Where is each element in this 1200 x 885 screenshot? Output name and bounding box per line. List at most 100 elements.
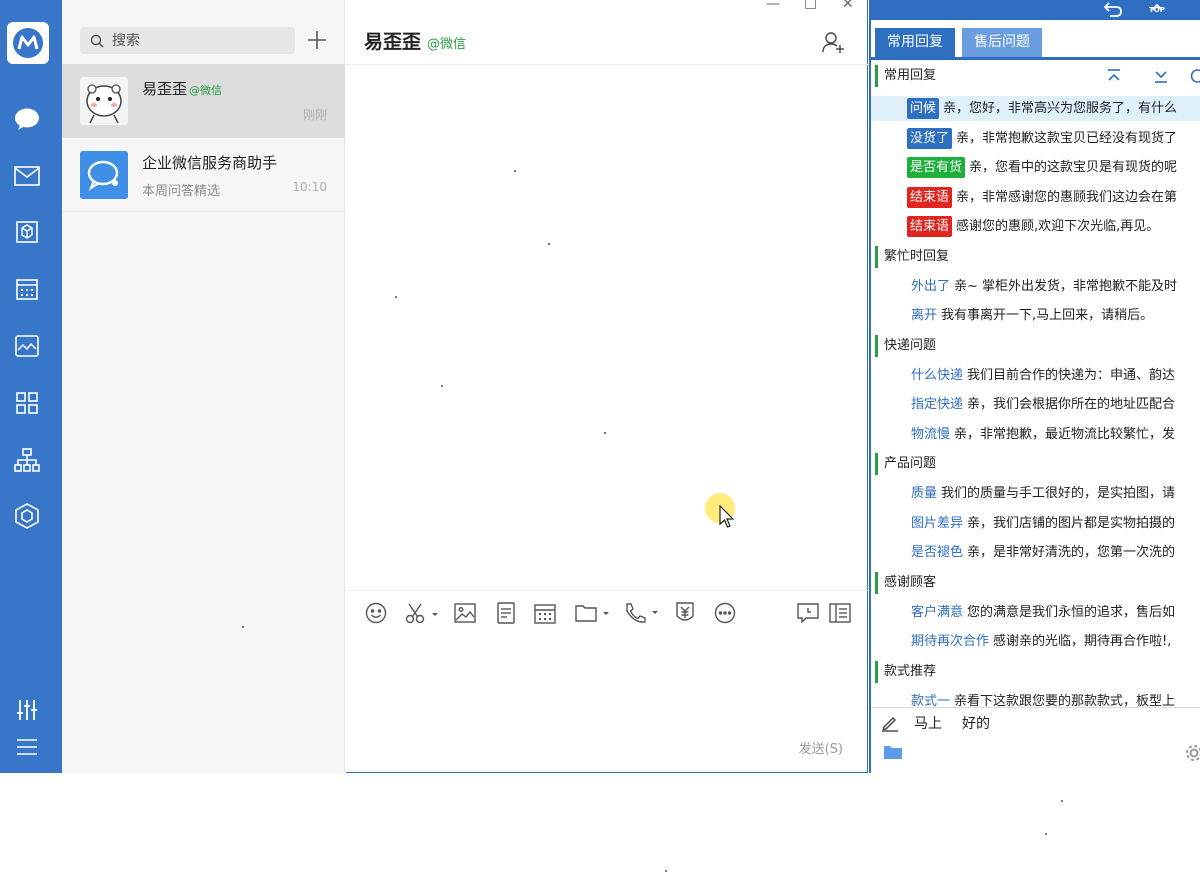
reply-item[interactable]: 是否褪色 亲，是非常好清洗的，您第一次洗的 (871, 540, 1200, 565)
undo-icon[interactable] (1103, 1, 1122, 20)
collapse-all-icon[interactable] (1106, 68, 1122, 88)
divider (346, 64, 868, 65)
reply-item[interactable]: 结束语 亲，非常感谢您的惠顾我们这边会在第 (871, 185, 1200, 210)
chat-record-icon[interactable] (796, 601, 820, 625)
maximize-icon[interactable]: □ (804, 0, 817, 11)
reply-text: 亲，是非常好清洗的，您第一次洗的 (967, 545, 1176, 560)
source-label: @微信 (427, 37, 467, 52)
conversation-name: 易歪歪 @微信 (142, 80, 223, 98)
conversation-item[interactable]: 易歪歪 @微信 刚刚 (62, 64, 345, 138)
reply-text: 我们目前合作的快递为：申通、韵达 (967, 367, 1176, 383)
image-icon[interactable] (453, 601, 477, 625)
folder-icon[interactable] (883, 744, 903, 764)
top-label: TOP (1149, 6, 1165, 14)
refresh-icon[interactable] (1190, 68, 1200, 88)
edit-icon[interactable] (881, 714, 899, 736)
reply-group-title[interactable]: 快递问题 (875, 334, 936, 357)
tab-common-replies[interactable]: 常用回复 (875, 28, 955, 57)
reply-text: 您的满意是我们永恒的追求，售后如 (967, 604, 1176, 620)
sliders-icon[interactable] (14, 697, 40, 723)
close-icon[interactable]: ✕ (842, 0, 854, 12)
reply-tag: 结束语 (907, 186, 953, 208)
document-icon[interactable] (494, 601, 518, 625)
reply-item[interactable]: 没货了 亲，非常抱歉这款宝贝已经没有现货了 (871, 126, 1200, 151)
reply-tag: 没货了 (907, 127, 953, 149)
conversation-preview: 本周问答精选 (142, 184, 221, 199)
calendar-icon[interactable] (14, 276, 40, 302)
reply-tag: 是否褪色 (911, 545, 964, 560)
plus-icon (308, 31, 326, 49)
scissors-icon[interactable] (404, 601, 440, 625)
reply-item[interactable]: 期待再次合作 感谢亲的光临，期待再合作啦!, (871, 629, 1200, 654)
reply-text: 我有事离开一下,马上回来，请稍后。 (941, 308, 1154, 323)
reply-text: 亲，我们店铺的图片都是实物拍摄的 (967, 515, 1176, 531)
reply-item[interactable]: 外出了 亲~ 掌柜外出发货，非常抱歉不能及时 (871, 274, 1200, 299)
red-packet-icon[interactable] (673, 601, 697, 625)
reply-group-title[interactable]: 款式推荐 (875, 660, 936, 683)
more-icon[interactable] (713, 601, 737, 625)
conversation-time: 10:10 (292, 180, 327, 194)
quick-word[interactable]: 好的 (962, 713, 990, 733)
hexagon-app-icon[interactable] (14, 503, 40, 529)
gear-icon[interactable] (1185, 744, 1200, 766)
chat-panel: — □ ✕ 易歪歪 @微信 发送(S) (346, 0, 868, 773)
divider (62, 211, 345, 212)
emoji-icon[interactable] (364, 601, 388, 625)
reply-item[interactable]: 物流慢 亲，非常抱歉，最近物流比较繁忙，发 (871, 422, 1200, 447)
divider (346, 590, 868, 591)
conversation-item[interactable]: 企业微信服务商助手 本周问答精选 10:10 (62, 138, 345, 212)
send-button[interactable]: 发送(S) (799, 738, 843, 757)
cube-box-icon[interactable] (14, 219, 40, 245)
reply-tag: 问候 (907, 98, 940, 119)
reply-group-title[interactable]: 繁忙时回复 (875, 245, 949, 268)
speck (242, 626, 244, 628)
conversation-time: 刚刚 (302, 108, 327, 122)
phone-icon[interactable] (624, 601, 660, 625)
reply-text: 亲，我们会根据你所在的地址匹配合 (967, 397, 1176, 412)
speck (514, 170, 516, 172)
reply-item[interactable]: 问候 亲，您好，非常高兴为您服务了，有什么 (871, 96, 1200, 121)
reply-item[interactable]: 什么快递 我们目前合作的快递为：申通、韵达 (871, 363, 1200, 388)
reply-item[interactable]: 质量 我们的质量与手工很好的，是实拍图，请 (871, 481, 1200, 506)
calendar-icon[interactable] (533, 601, 557, 625)
expand-all-icon[interactable] (1153, 68, 1169, 88)
sidebar-panel-icon[interactable] (828, 601, 852, 625)
reply-item[interactable]: 客户满意 您的满意是我们永恒的追求，售后如 (871, 600, 1200, 625)
search-box[interactable] (80, 27, 295, 54)
menu-icon[interactable] (14, 734, 40, 760)
search-input[interactable] (112, 30, 282, 51)
add-conversation-button[interactable] (306, 29, 328, 51)
folder-icon[interactable] (575, 601, 611, 625)
speck (604, 432, 606, 434)
apps-grid-icon[interactable] (14, 390, 40, 416)
speck (665, 870, 667, 872)
workwechat-logo-icon[interactable] (7, 22, 49, 64)
image-icon[interactable] (14, 333, 40, 359)
reply-item[interactable]: 是否有货 亲，您看中的这款宝贝是有现货的呢 (871, 155, 1200, 180)
reply-item[interactable]: 图片差异 亲，我们店铺的图片都是实物拍摄的 (871, 511, 1200, 536)
speck (1061, 800, 1063, 802)
reply-tag: 离开 (911, 308, 938, 323)
reply-text: 感谢您的惠顾,欢迎下次光临,再见。 (956, 219, 1160, 234)
minimize-icon[interactable]: — (766, 0, 780, 12)
reply-tag: 结束语 (907, 216, 953, 237)
reply-group-title[interactable]: 产品问题 (875, 453, 936, 475)
chat-bubble-icon[interactable] (14, 106, 40, 132)
reply-item[interactable]: 指定快递 亲，我们会根据你所在的地址匹配合 (871, 392, 1200, 417)
reply-text: 亲，非常抱歉这款宝贝已经没有现货了 (956, 130, 1178, 146)
reply-group-title[interactable]: 感谢顾客 (875, 571, 936, 594)
mail-icon[interactable] (14, 163, 40, 189)
tab-after-sales[interactable]: 售后问题 (962, 28, 1042, 57)
divider (871, 707, 1200, 708)
quick-word[interactable]: 马上 (914, 713, 942, 733)
reply-item[interactable]: 款式一 亲看下这款跟您要的那款款式，板型上 (871, 689, 1200, 714)
reply-item[interactable]: 离开 我有事离开一下,马上回来，请稍后。 (871, 303, 1200, 328)
reply-group-title[interactable]: 常用回复 (875, 65, 936, 87)
reply-item[interactable]: 结束语 感谢您的惠顾,欢迎下次光临,再见。 (871, 214, 1200, 239)
search-icon (90, 33, 104, 52)
org-chart-icon[interactable] (14, 447, 40, 473)
mouse-cursor-icon (719, 505, 735, 528)
reply-text: 感谢亲的光临，期待再合作啦!, (993, 634, 1172, 649)
chat-title: 易歪歪 @微信 (364, 31, 467, 53)
add-member-button[interactable] (821, 30, 845, 58)
